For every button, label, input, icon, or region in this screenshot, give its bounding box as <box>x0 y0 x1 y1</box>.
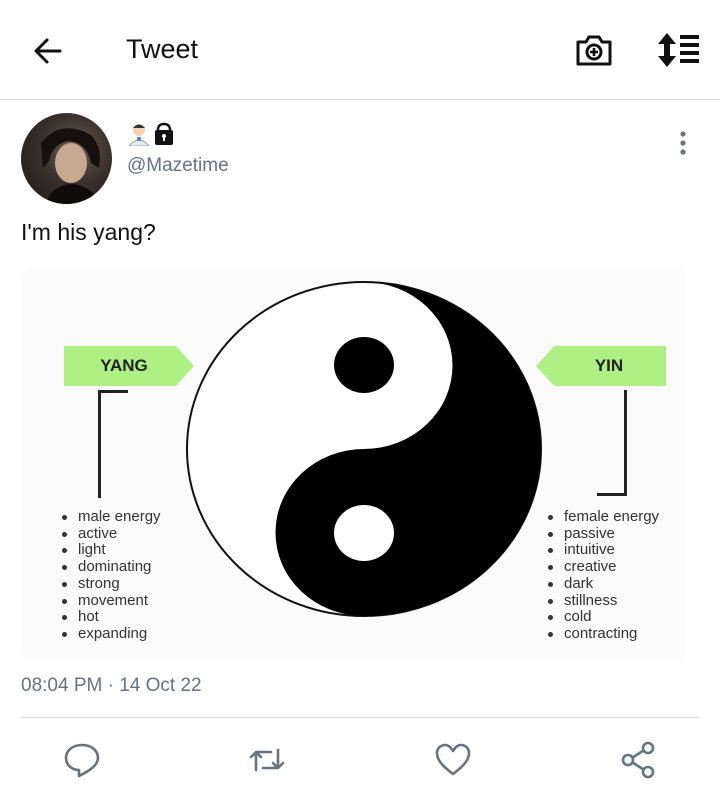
list-item: stillness <box>547 592 659 610</box>
user-handle[interactable]: @Mazetime <box>127 155 229 177</box>
top-bar: Tweet <box>0 0 720 100</box>
more-vertical-icon <box>680 131 686 155</box>
list-item: intuitive <box>547 542 659 559</box>
list-item: contracting <box>547 625 659 643</box>
camera-plus-icon <box>576 35 612 66</box>
sort-button[interactable] <box>655 30 701 70</box>
retweet-icon <box>249 748 285 772</box>
reply-button[interactable] <box>62 740 102 780</box>
sort-list-icon <box>658 33 699 67</box>
list-item: hot <box>62 609 161 626</box>
camera-button[interactable] <box>574 30 614 70</box>
user-emojis <box>127 122 187 147</box>
yang-bracket <box>98 390 128 498</box>
list-item: cold <box>547 609 659 626</box>
list-item: dark <box>547 575 659 593</box>
list-item: expanding <box>62 625 161 643</box>
list-item: male energy <box>62 508 161 525</box>
share-icon <box>621 741 655 779</box>
page-title: Tweet <box>126 34 199 64</box>
health-worker-emoji <box>127 124 151 147</box>
list-item: female energy <box>547 508 660 525</box>
locked-bag-emoji <box>155 122 173 145</box>
list-item: active <box>62 525 161 543</box>
avatar-photo <box>41 128 100 204</box>
arrow-left-icon <box>34 38 62 64</box>
like-button[interactable] <box>433 740 473 780</box>
more-options-button[interactable] <box>672 128 694 158</box>
yin-yang-symbol <box>186 281 542 617</box>
retweet-button[interactable] <box>247 740 287 780</box>
yin-bracket <box>597 390 627 496</box>
like-icon <box>435 743 471 776</box>
list-item: strong <box>62 575 161 593</box>
yang-traits-list: male energy active light dominating stro… <box>60 508 161 643</box>
back-button[interactable] <box>30 33 66 69</box>
list-item: movement <box>62 592 161 610</box>
yin-label: YIN <box>536 346 666 386</box>
list-item: light <box>62 542 161 559</box>
list-item: passive <box>547 525 659 543</box>
reply-icon <box>64 743 100 778</box>
yin-traits-list: female energy passive intuitive creative… <box>546 508 660 643</box>
avatar[interactable] <box>21 113 112 204</box>
list-item: dominating <box>62 558 161 576</box>
list-item: creative <box>547 558 659 576</box>
yang-label: YANG <box>64 346 194 386</box>
divider <box>21 717 699 718</box>
tweet-timestamp: 08:04 PM · 14 Oct 22 <box>21 675 202 696</box>
tweet-text: I'm his yang? <box>21 219 156 245</box>
tweet-image[interactable]: YANG YIN male energy active light domina… <box>22 268 685 660</box>
share-button[interactable] <box>618 740 658 780</box>
